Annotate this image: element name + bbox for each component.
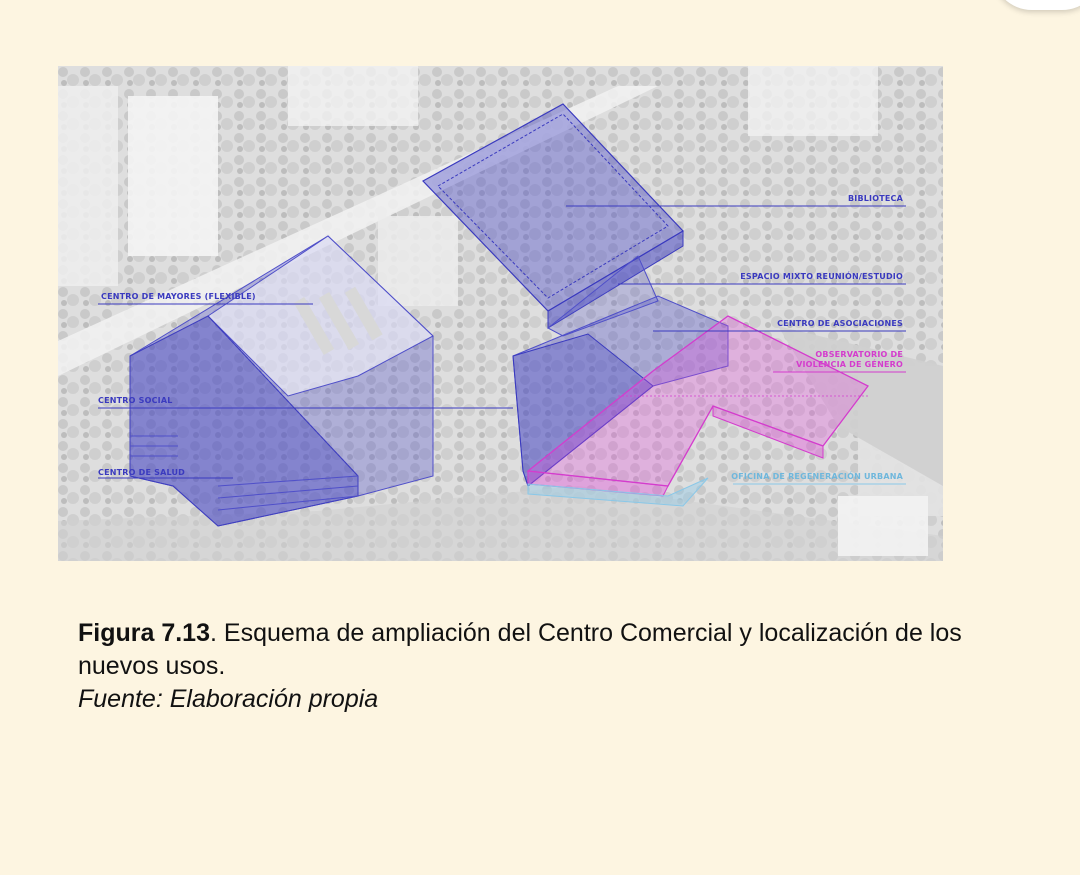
caption-text: . Esquema de ampliación del Centro Comer… [78,619,962,680]
figure-number: Figura 7.13 [78,619,210,647]
label-espacio-mixto: ESPACIO MIXTO REUNIÓN/ESTUDIO [740,270,903,281]
corner-menu-button[interactable] [992,0,1080,10]
label-observatorio-line2: VIOLENCIA DE GÉNERO [796,358,903,369]
aerial-figure-image: BIBLIOTECA ESPACIO MIXTO REUNIÓN/ESTUDIO… [58,66,943,561]
figure-caption: Figura 7.13. Esquema de ampliación del C… [78,617,978,716]
label-centro-mayores: CENTRO DE MAYORES (FLEXIBLE) [101,292,256,301]
label-centro-asociaciones: CENTRO DE ASOCIACIONES [777,319,903,328]
aerial-diagram: BIBLIOTECA ESPACIO MIXTO REUNIÓN/ESTUDIO… [58,66,943,561]
figure-source: Fuente: Elaboración propia [78,685,379,713]
label-observatorio-line1: OBSERVATORIO DE [815,350,903,359]
label-centro-salud: CENTRO DE SALUD [98,468,185,477]
label-centro-social: CENTRO SOCIAL [98,396,173,405]
label-oficina-regeneracion: OFICINA DE REGENERACIÓN URBANA [731,470,903,481]
label-biblioteca: BIBLIOTECA [848,194,904,203]
